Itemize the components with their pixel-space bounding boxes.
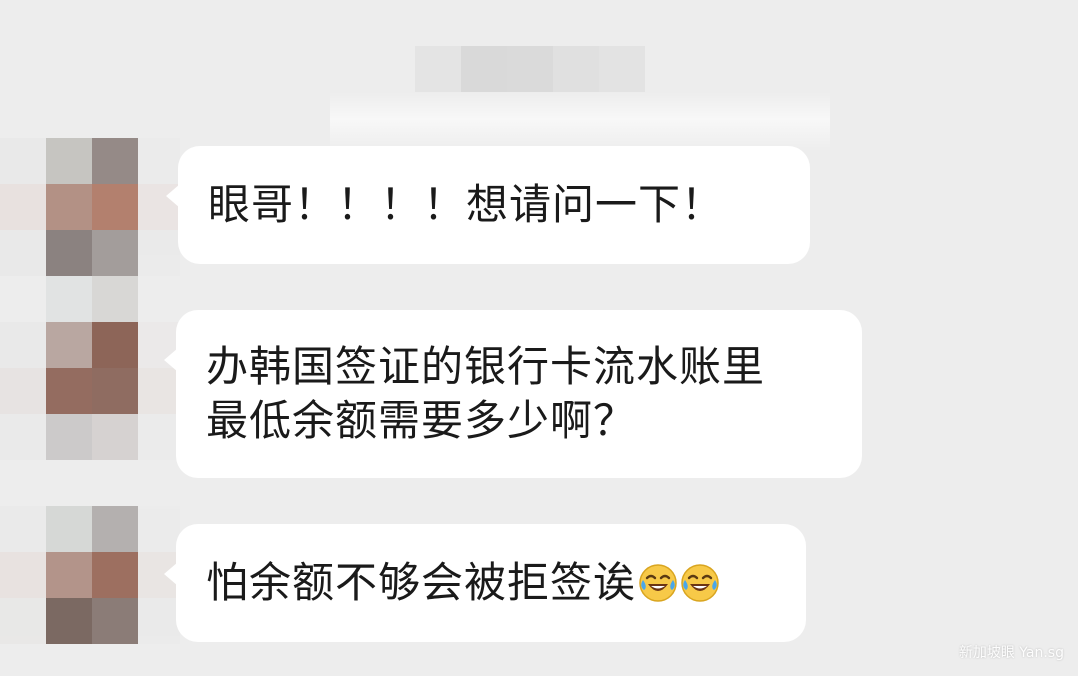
laughing-crying-face-icon — [681, 564, 719, 602]
message-bubble[interactable]: 办韩国签证的银行卡流水账里 最低余额需要多少啊？ — [164, 310, 862, 478]
laughing-crying-face-icon — [639, 564, 677, 602]
message-line: 最低余额需要多少啊？ — [206, 396, 637, 445]
avatar-bottom — [46, 414, 138, 460]
avatar[interactable] — [46, 506, 138, 644]
message-bubble[interactable]: 眼哥！！！！想请问一下！ — [166, 146, 810, 264]
message-bubble[interactable]: 怕余额不够会被拒签诶 — [164, 524, 806, 642]
bubble-tail — [166, 184, 180, 208]
avatar[interactable] — [46, 276, 138, 414]
avatar[interactable] — [46, 138, 138, 276]
message-text: 办韩国签证的银行卡流水账里 最低余额需要多少啊？ — [206, 340, 765, 448]
message-text: 眼哥！！！！想请问一下！ — [208, 180, 725, 229]
bubble-tail — [164, 348, 178, 372]
message-text: 怕余额不够会被拒签诶 — [206, 558, 637, 607]
censored-blur-shadow — [330, 92, 830, 152]
bubble-tail — [164, 562, 178, 586]
censored-chat-title — [415, 46, 645, 92]
watermark: 新加坡眼 Yan.sg — [958, 645, 1064, 661]
message-line: 办韩国签证的银行卡流水账里 — [206, 342, 766, 391]
